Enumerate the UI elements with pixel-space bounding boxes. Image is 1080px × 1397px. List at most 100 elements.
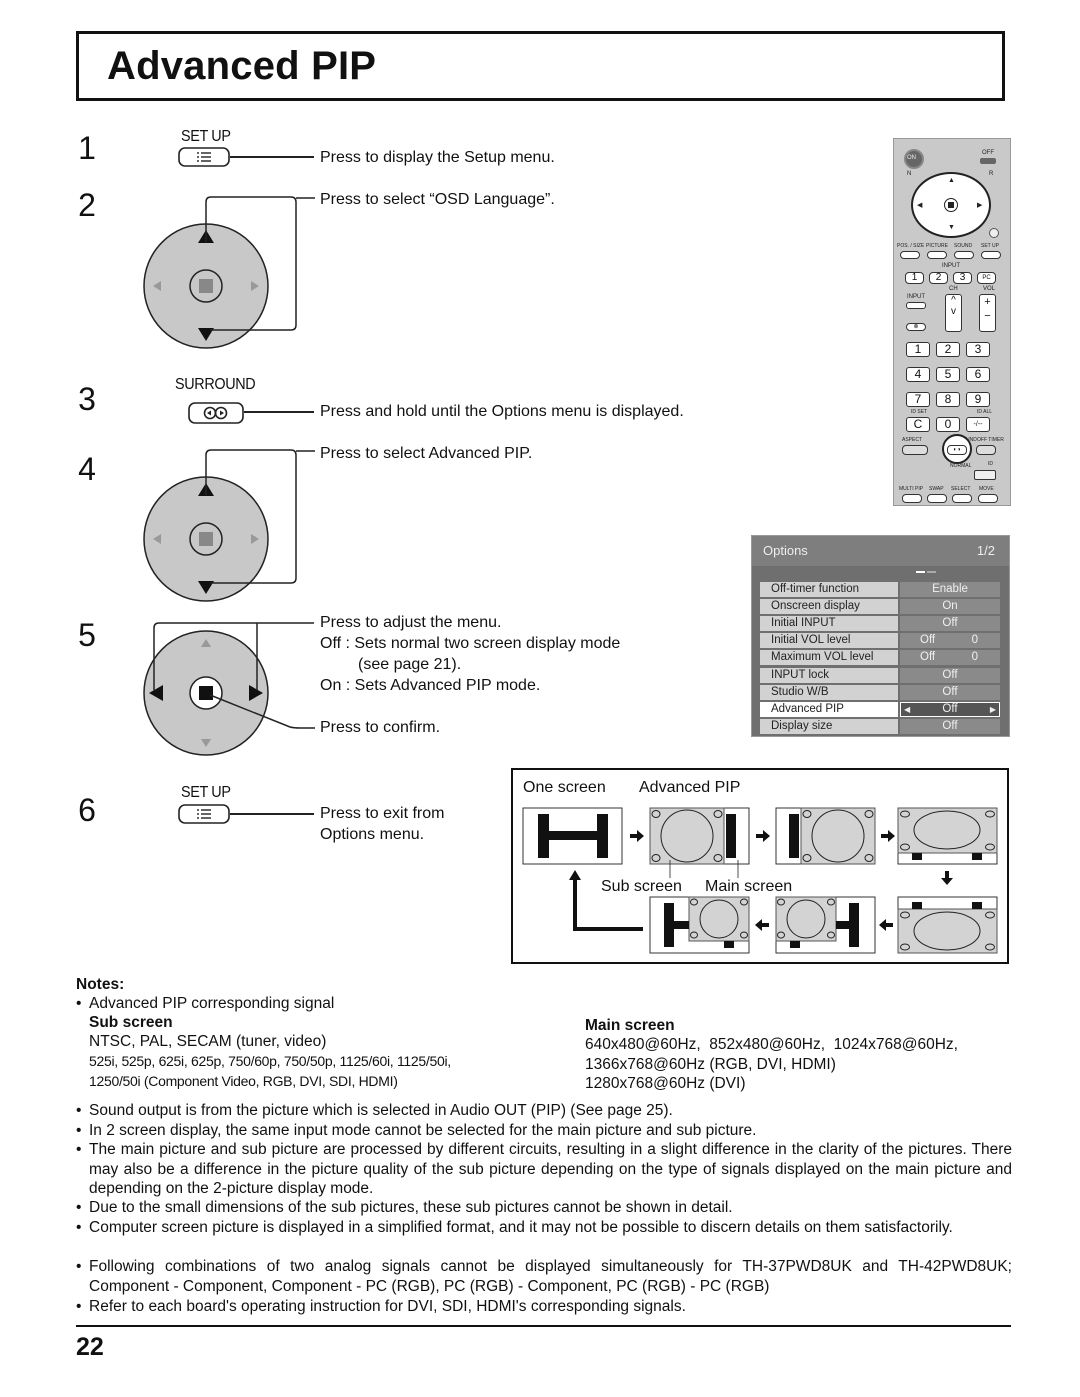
- option-label: Display size: [760, 718, 898, 734]
- options-menu-row[interactable]: Maximum VOL level Off 0: [760, 650, 1002, 666]
- page-title: Advanced PIP: [107, 44, 377, 88]
- option-value-text: Off: [942, 617, 958, 630]
- options-menu-row[interactable]: Initial INPUT Off: [760, 616, 1002, 632]
- pip-frame-sub-top-left: [775, 896, 876, 954]
- sound-button[interactable]: [954, 251, 974, 259]
- options-menu-header: Options 1/2: [752, 536, 1009, 566]
- option-value-text: Off: [942, 685, 958, 698]
- remote-surround-button[interactable]: ◐◑: [947, 445, 967, 455]
- options-menu: Options 1/2 Off-timer function Enable Onsc…: [751, 535, 1010, 737]
- setup-button-exit[interactable]: [178, 804, 230, 824]
- sub-screen-heading: Sub screen: [89, 1014, 173, 1031]
- numpad-key[interactable]: 7: [906, 392, 930, 407]
- option-value[interactable]: Off: [900, 718, 1000, 734]
- numpad-key[interactable]: 1: [906, 342, 930, 357]
- bullet-glyph: •: [76, 1219, 82, 1236]
- sub-screen-line: 525i, 525p, 625i, 625p, 750/60p, 750/50p…: [89, 1053, 451, 1069]
- pip-frame-sub-bottom: [897, 896, 998, 954]
- direction-pad-step-4[interactable]: [140, 443, 320, 603]
- note-text: Refer to each board's operating instruct…: [89, 1298, 686, 1315]
- picture-label: PICTURE: [926, 243, 948, 249]
- step-number-3: 3: [78, 381, 96, 417]
- off-timer-label: OFF TIMER: [977, 437, 1004, 443]
- mute-button[interactable]: ⊗: [906, 323, 926, 331]
- step-5-off-description-cont: (see page 21).: [358, 656, 462, 673]
- notes-heading: Notes:: [76, 976, 125, 993]
- normal-label: NORMAL: [950, 463, 972, 469]
- options-menu-row[interactable]: Off-timer function Enable: [760, 582, 1002, 598]
- return-arrow-icon: [573, 878, 643, 931]
- numpad-key[interactable]: -/--: [966, 417, 990, 432]
- leader-line: [230, 156, 314, 158]
- pos-size-button[interactable]: [900, 251, 920, 259]
- remote-setup-button[interactable]: [981, 251, 1001, 259]
- bullet-glyph: •: [76, 1102, 82, 1119]
- setup-button[interactable]: [178, 147, 230, 167]
- chevron-left-icon: ◀: [904, 704, 911, 714]
- swap-label: SWAP: [929, 486, 944, 492]
- numpad-key[interactable]: 4: [906, 367, 930, 382]
- remote-direction-pad[interactable]: ▲ ▼ ◀ ▶: [911, 172, 991, 238]
- options-menu-row[interactable]: Onscreen display On: [760, 599, 1002, 615]
- return-button[interactable]: [989, 228, 999, 238]
- note-text: Computer screen picture is displayed in …: [89, 1219, 953, 1236]
- direction-pad-step-2[interactable]: [140, 190, 320, 350]
- pip-mode-sequence: [522, 807, 998, 954]
- input-2-button[interactable]: 2: [929, 272, 948, 284]
- direction-pad-step-5[interactable]: [140, 615, 320, 765]
- input-3-button[interactable]: 3: [953, 272, 972, 284]
- input-1-button[interactable]: 1: [905, 272, 924, 284]
- select-button[interactable]: [952, 494, 972, 503]
- setup-menu-icon: [178, 147, 230, 167]
- options-menu-row[interactable]: Studio W/B Off: [760, 684, 1002, 701]
- option-value[interactable]: Off 0: [900, 650, 1000, 666]
- move-button[interactable]: [978, 494, 998, 503]
- power-off-button[interactable]: [980, 158, 996, 164]
- option-value[interactable]: On: [900, 599, 1000, 615]
- remote-control: ON OFF N R ▲ ▼ ◀ ▶ POS. / SIZE PICTURE S…: [893, 138, 1011, 506]
- numpad-key[interactable]: 8: [936, 392, 960, 407]
- note-item: • In 2 screen display, the same input mod…: [76, 1121, 1012, 1141]
- step-1-instruction: Press to display the Setup menu.: [320, 149, 555, 166]
- options-menu-row[interactable]: Display size Off: [760, 718, 1002, 735]
- pos-size-label: POS. / SIZE: [897, 243, 925, 249]
- input-pc-button[interactable]: PC: [977, 272, 996, 284]
- channel-rocker[interactable]: ^ v: [945, 294, 962, 332]
- off-timer-button[interactable]: [976, 445, 996, 455]
- sound-label: SOUND: [954, 243, 973, 249]
- option-value[interactable]: ◀ ▶ Off: [900, 701, 1000, 717]
- sub-screen-line: NTSC, PAL, SECAM (tuner, video): [89, 1033, 327, 1050]
- volume-rocker[interactable]: + −: [979, 294, 996, 332]
- main-screen-line: 1366x768@60Hz (RGB, DVI, HDMI): [585, 1056, 836, 1073]
- option-value[interactable]: Off 0: [900, 633, 1000, 649]
- option-value[interactable]: Off: [900, 616, 1000, 632]
- options-menu-row[interactable]: INPUT lock Off: [760, 667, 1002, 684]
- picture-button[interactable]: [927, 251, 947, 259]
- ch-label: CH: [949, 286, 958, 292]
- bullet-glyph: •: [76, 1199, 82, 1216]
- multi-pip-label: MULTI PIP: [899, 486, 924, 492]
- option-label: INPUT lock: [760, 667, 898, 683]
- numpad-key[interactable]: 5: [936, 367, 960, 382]
- numpad-key[interactable]: 9: [966, 392, 990, 407]
- numpad-key[interactable]: 0: [936, 417, 960, 432]
- id-mode-switch[interactable]: [974, 470, 996, 480]
- aspect-button[interactable]: [902, 445, 928, 455]
- options-menu-row[interactable]: Advanced PIP ◀ ▶ Off: [760, 701, 1002, 718]
- note-item: • Due to the small dimensions of the sub …: [76, 1198, 1012, 1218]
- numpad-key[interactable]: 6: [966, 367, 990, 382]
- option-value[interactable]: Off: [900, 684, 1000, 700]
- multi-pip-button[interactable]: [902, 494, 922, 503]
- input-button[interactable]: [906, 302, 926, 309]
- numpad-key[interactable]: C: [906, 417, 930, 432]
- option-value[interactable]: Off: [900, 667, 1000, 683]
- leader-line: [244, 411, 314, 413]
- options-menu-row[interactable]: Initial VOL level Off 0: [760, 633, 1002, 649]
- surround-button[interactable]: [188, 402, 244, 424]
- note-item: • Sound output is from the picture which …: [76, 1101, 1012, 1121]
- numpad-key[interactable]: 3: [966, 342, 990, 357]
- option-value[interactable]: Enable: [900, 582, 1000, 597]
- swap-button[interactable]: [927, 494, 947, 503]
- step-6-instruction: Press to exit from: [320, 805, 445, 822]
- numpad-key[interactable]: 2: [936, 342, 960, 357]
